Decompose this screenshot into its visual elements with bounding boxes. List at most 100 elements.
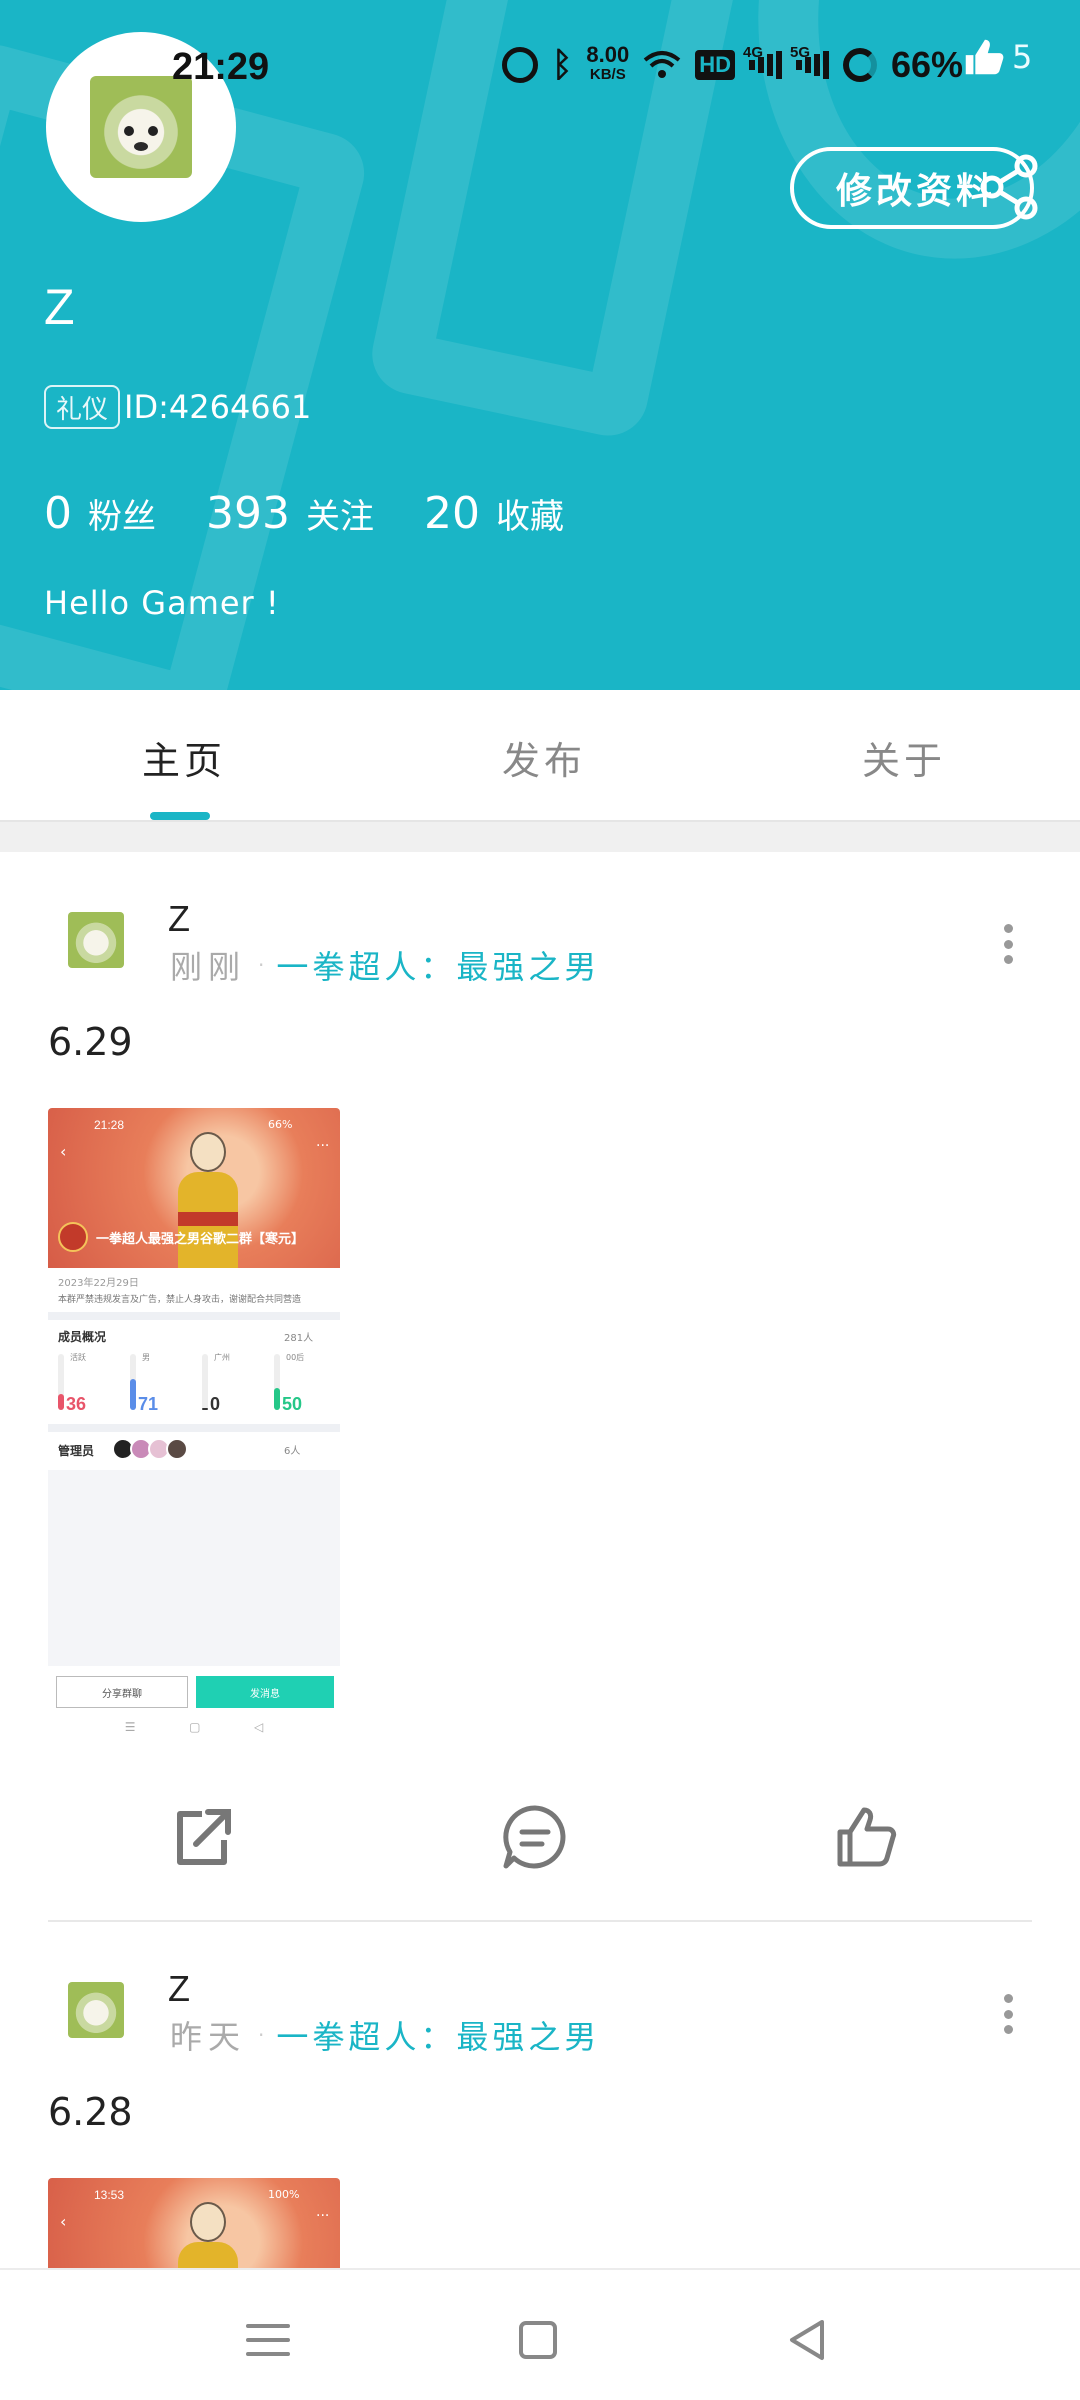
post-meta: 昨天 · 一拳超人：最强之男	[170, 2012, 600, 2058]
role-badge: 礼仪	[44, 385, 121, 429]
meta-separator: ·	[258, 953, 265, 977]
screenshot-nav: ☰ ▢ ◁	[124, 1720, 264, 1734]
screenshot-section-count: 281人	[284, 1333, 314, 1344]
post-actions	[0, 1782, 1080, 1892]
tab-posts[interactable]: 发布	[502, 730, 586, 785]
network-speed: 8.00 KB/S	[586, 42, 630, 85]
screenshot-more-icon: ···	[316, 2208, 330, 2224]
post-topic[interactable]: 一拳超人：最强之男	[276, 2012, 600, 2058]
stat-bar: 00后 50	[274, 1350, 330, 1422]
status-time: 21:29	[172, 46, 270, 88]
post-meta: 刚刚 · 一拳超人：最强之男	[170, 942, 600, 988]
member-stats: 活跃 36 男 71 广州 0 00后 50	[58, 1350, 330, 1422]
system-nav-bar	[0, 2268, 1080, 2400]
like-count: 5	[1012, 38, 1033, 76]
post-time: 昨天	[170, 2018, 247, 2056]
stat-label: 粉丝	[88, 497, 156, 537]
profile-bio: Hello Gamer !	[44, 584, 280, 622]
group-avatar	[58, 1222, 88, 1252]
screenshot-separator	[48, 1424, 340, 1432]
meta-separator: ·	[258, 2023, 265, 2047]
screenshot-empty-area	[48, 1470, 340, 1666]
profile-tabs: 主页 发布 关于	[0, 690, 1080, 822]
network-type: 4G	[743, 44, 764, 61]
post-author-avatar[interactable]	[68, 912, 124, 968]
menu-icon[interactable]	[238, 2310, 298, 2370]
alarm-icon	[502, 47, 538, 83]
signal-icon: 4G	[743, 44, 783, 82]
stat-label: 关注	[305, 497, 374, 537]
stat-bar: 广州 0	[202, 1350, 258, 1422]
screenshot-separator	[48, 1312, 340, 1320]
screenshot-time: 13:53	[94, 2188, 125, 2202]
profile-stats: 0 粉丝 393 关注 20 收藏	[44, 488, 564, 539]
network-type: 5G	[790, 44, 811, 61]
screenshot-section-title: 管理员	[58, 1444, 95, 1458]
thumbs-up-icon	[965, 39, 1004, 75]
signal-icon: 5G	[790, 44, 830, 82]
screenshot-share-button: 分享群聊	[56, 1676, 188, 1708]
screenshot-message-button: 发消息	[196, 1676, 334, 1708]
screenshot-title: 一拳超人最强之男谷歌二群【寒元】	[58, 1222, 340, 1252]
share-icon[interactable]	[978, 154, 1040, 220]
screenshot-status: 66%	[268, 1118, 293, 1131]
screenshot-time: 21:28	[94, 1118, 125, 1132]
screenshot-status: 100%	[268, 2188, 300, 2201]
screenshot-section-title: 成员概况	[58, 1330, 107, 1344]
like-icon[interactable]	[832, 1802, 902, 1872]
post-topic[interactable]: 一拳超人：最强之男	[276, 942, 600, 988]
stat-value: 393	[206, 488, 290, 539]
screenshot-desc: 本群严禁违规发言及广告，禁止人身攻击，谢谢配合共同营造	[58, 1295, 302, 1305]
active-tab-indicator	[150, 812, 210, 820]
tab-home[interactable]: 主页	[142, 730, 226, 785]
tab-about[interactable]: 关于	[862, 730, 946, 785]
back-icon[interactable]	[778, 2310, 838, 2370]
status-icons: ᛒ 8.00 KB/S HD 4G 5G 66%	[502, 44, 963, 86]
share-icon[interactable]	[168, 1802, 238, 1872]
screenshot-banner: 13:53 100% ‹ ···	[48, 2178, 340, 2268]
post-image[interactable]: 13:53 100% ‹ ···	[48, 2178, 340, 2268]
battery-icon	[843, 48, 878, 82]
post-text: 6.29	[48, 1020, 133, 1064]
bluetooth-icon: ᛒ	[552, 45, 573, 84]
stat-bar: 男 71	[130, 1350, 186, 1422]
stat-followers[interactable]: 0 粉丝	[44, 488, 156, 539]
post-text: 6.28	[48, 2090, 133, 2134]
hero-illustration	[178, 2202, 238, 2268]
stat-bar: 活跃 36	[58, 1350, 114, 1422]
stat-label: 收藏	[495, 497, 564, 537]
wifi-icon	[643, 50, 681, 80]
stat-value: 0	[44, 488, 72, 539]
more-options-icon[interactable]	[1001, 924, 1015, 964]
stat-following[interactable]: 393 关注	[206, 488, 374, 539]
stat-value: 20	[423, 488, 480, 539]
post-image[interactable]: 21:28 66% ‹ ··· 一拳超人最强之男谷歌二群【寒元】 2023年22…	[48, 1108, 340, 1748]
like-counter[interactable]: 5	[960, 34, 1032, 80]
admin-avatars	[112, 1438, 188, 1460]
screenshot-more-icon: ···	[316, 1138, 330, 1154]
username: Z	[44, 279, 75, 335]
post-card: Z 昨天 · 一拳超人：最强之男 6.28 13:53 100% ‹ ···	[0, 1922, 1080, 2268]
post-author-avatar[interactable]	[68, 1982, 124, 2038]
profile-header: 21:29 ᛒ 8.00 KB/S HD 4G 5G 66% 5 修改资料 Z …	[0, 0, 1080, 690]
stat-favorites[interactable]: 20 收藏	[424, 488, 564, 539]
hd-icon: HD	[695, 50, 736, 80]
home-icon[interactable]	[508, 2310, 568, 2370]
speed-value: 8.00	[586, 42, 630, 67]
more-options-icon[interactable]	[1001, 1994, 1015, 2034]
screenshot-back-icon: ‹	[60, 1142, 67, 1161]
post-author[interactable]: Z	[168, 1968, 190, 2010]
screenshot-banner: 21:28 66% ‹ ··· 一拳超人最强之男谷歌二群【寒元】	[48, 1108, 340, 1268]
section-divider	[0, 822, 1080, 852]
comment-icon[interactable]	[500, 1802, 570, 1872]
screenshot-back-icon: ‹	[60, 2212, 67, 2231]
post-time: 刚刚	[170, 948, 247, 986]
group-title: 一拳超人最强之男谷歌二群【寒元】	[96, 1231, 305, 1247]
status-bar: 21:29 ᛒ 8.00 KB/S HD 4G 5G 66%	[0, 40, 1080, 100]
user-id: ID:4264661	[124, 388, 312, 426]
post-author[interactable]: Z	[168, 898, 190, 940]
screenshot-section-count: 6人	[284, 1446, 301, 1457]
speed-unit: KB/S	[589, 66, 626, 83]
screenshot-date: 2023年22月29日	[58, 1278, 139, 1289]
post-card: Z 刚刚 · 一拳超人：最强之男 6.29 21:28 66% ‹ ··· 一拳…	[0, 852, 1080, 1922]
